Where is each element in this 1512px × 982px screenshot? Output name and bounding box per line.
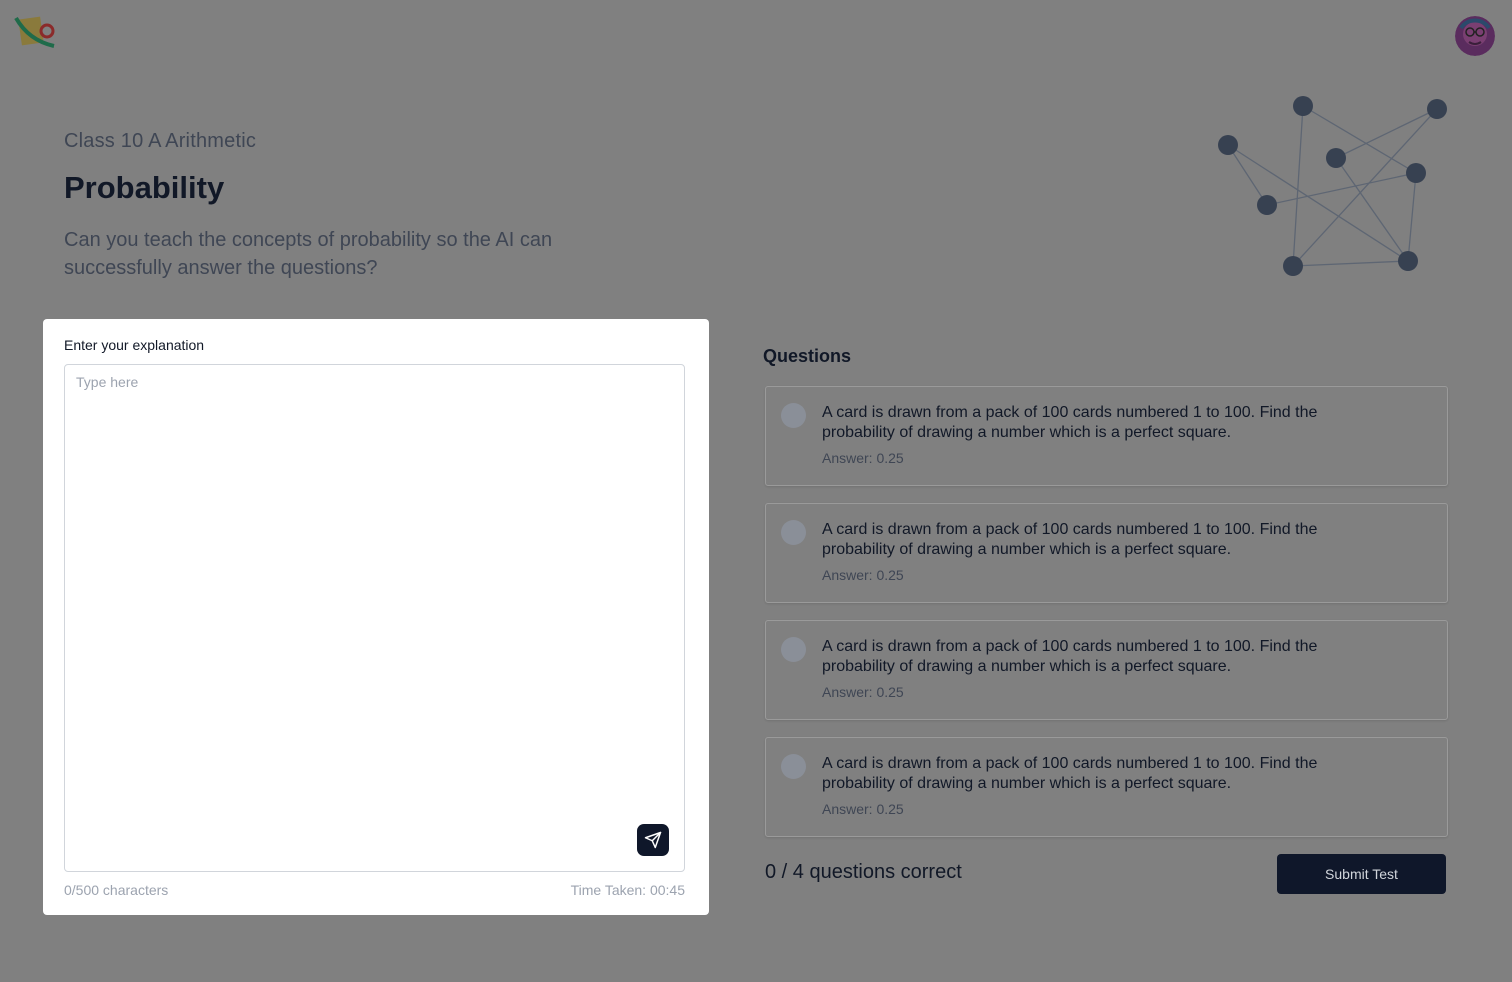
question-text: A card is drawn from a pack of 100 cards… bbox=[822, 404, 1318, 441]
questions-heading: Questions bbox=[763, 346, 852, 366]
app-logo-icon bbox=[14, 16, 55, 48]
page-title: Probability bbox=[64, 170, 225, 205]
network-graph-illustration bbox=[1210, 90, 1460, 285]
user-avatar-icon bbox=[1455, 16, 1495, 56]
question-answer: Answer: 0.25 bbox=[822, 567, 904, 583]
question-status-indicator bbox=[781, 637, 806, 662]
question-text: A card is drawn from a pack of 100 cards… bbox=[822, 638, 1318, 675]
question-answer: Answer: 0.25 bbox=[822, 450, 904, 466]
avatar[interactable] bbox=[1455, 16, 1495, 56]
app-logo[interactable] bbox=[14, 14, 58, 50]
explanation-input[interactable] bbox=[65, 365, 684, 871]
submit-test-button[interactable]: Submit Test bbox=[1277, 854, 1446, 894]
question-text: A card is drawn from a pack of 100 cards… bbox=[822, 521, 1318, 558]
explanation-panel: Enter your explanation 0/500 characters … bbox=[43, 319, 709, 915]
question-status-indicator bbox=[781, 403, 806, 428]
network-graph-icon bbox=[1218, 96, 1447, 276]
question-status-indicator bbox=[781, 520, 806, 545]
question-list: A card is drawn from a pack of 100 cards… bbox=[765, 386, 1448, 854]
lesson-prompt: Can you teach the concepts of probabilit… bbox=[64, 229, 553, 279]
time-taken: Time Taken: 00:45 bbox=[570, 882, 685, 898]
question-card: A card is drawn from a pack of 100 cards… bbox=[765, 386, 1448, 486]
score-summary: 0 / 4 questions correct bbox=[765, 861, 962, 883]
question-answer: Answer: 0.25 bbox=[822, 684, 904, 700]
class-label: Class 10 A Arithmetic bbox=[64, 130, 257, 152]
send-icon bbox=[644, 831, 662, 849]
question-card: A card is drawn from a pack of 100 cards… bbox=[765, 503, 1448, 603]
explanation-label: Enter your explanation bbox=[64, 337, 205, 353]
question-text: A card is drawn from a pack of 100 cards… bbox=[822, 755, 1318, 792]
character-count: 0/500 characters bbox=[64, 882, 169, 898]
question-card: A card is drawn from a pack of 100 cards… bbox=[765, 620, 1448, 720]
question-card: A card is drawn from a pack of 100 cards… bbox=[765, 737, 1448, 837]
explanation-input-wrapper bbox=[64, 364, 685, 872]
question-status-indicator bbox=[781, 754, 806, 779]
send-button[interactable] bbox=[637, 824, 669, 856]
question-answer: Answer: 0.25 bbox=[822, 801, 904, 817]
